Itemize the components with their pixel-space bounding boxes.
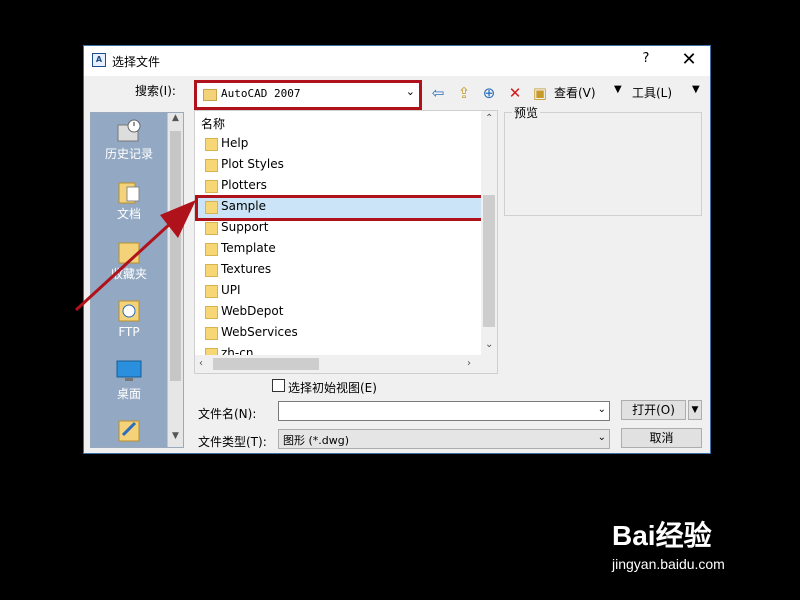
place-label: 桌面: [116, 387, 141, 401]
places-list: 历史记录 文档 收藏夹 FTP 桌面: [91, 113, 167, 447]
place-label: 收藏夹: [110, 267, 147, 281]
cancel-button[interactable]: 取消: [621, 428, 702, 448]
folder-icon: [205, 264, 218, 277]
close-button[interactable]: ✕: [678, 49, 700, 71]
list-item[interactable]: Support: [205, 219, 481, 239]
lookin-dropdown[interactable]: AutoCAD 2007 ⌄: [194, 80, 422, 110]
ftp-icon: [118, 300, 140, 322]
places-scrollbar[interactable]: ▲ ▼: [168, 113, 183, 447]
place-label: 历史记录: [104, 147, 153, 161]
folder-icon: [205, 306, 218, 319]
place-buzzsaw[interactable]: [91, 415, 167, 443]
watermark-url: jingyan.baidu.com: [612, 556, 725, 572]
place-favorites[interactable]: 收藏夹: [91, 237, 167, 282]
history-icon: [117, 119, 141, 142]
autocad-app-icon: A: [92, 53, 106, 67]
folder-icon: [205, 222, 218, 235]
list-item[interactable]: Help: [205, 135, 481, 155]
list-item[interactable]: Plotters: [205, 177, 481, 197]
new-folder-icon[interactable]: ▣: [530, 83, 550, 103]
chevron-down-icon[interactable]: ⌄: [598, 432, 606, 443]
open-dropdown-icon[interactable]: ▼: [688, 400, 702, 420]
place-desktop[interactable]: 桌面: [91, 357, 167, 402]
folder-icon: [205, 285, 218, 298]
place-documents[interactable]: 文档: [91, 177, 167, 222]
folder-icon: [205, 180, 218, 193]
back-arrow-icon[interactable]: ⇦: [428, 83, 448, 103]
scroll-thumb[interactable]: [483, 195, 495, 327]
places-bar: 历史记录 文档 收藏夹 FTP 桌面 ▲ ▼: [90, 112, 184, 448]
scroll-down-icon[interactable]: ⌄: [485, 339, 493, 350]
tools-dropdown-icon[interactable]: ▼: [692, 84, 700, 95]
scroll-right-icon[interactable]: ›: [467, 358, 471, 369]
filetype-select[interactable]: 图形 (*.dwg) ⌄: [278, 429, 610, 449]
tools-menu[interactable]: 工具(L): [632, 84, 672, 101]
place-ftp[interactable]: FTP: [91, 297, 167, 339]
up-folder-icon[interactable]: ⇪: [454, 83, 474, 103]
chevron-down-icon[interactable]: ⌄: [598, 404, 606, 415]
folder-icon: [203, 89, 217, 101]
chevron-down-icon: ⌄: [405, 85, 415, 98]
folder-icon: [205, 159, 218, 172]
initial-view-label: 选择初始视图(E): [288, 381, 377, 395]
buzzsaw-icon: [118, 420, 140, 442]
list-item[interactable]: Plot Styles: [205, 156, 481, 176]
view-menu[interactable]: 查看(V): [554, 84, 596, 101]
lookin-value: AutoCAD 2007: [221, 87, 301, 100]
name-column-header[interactable]: 名称: [201, 115, 225, 132]
folder-icon: [205, 243, 218, 256]
place-history[interactable]: 历史记录: [91, 117, 167, 162]
watermark-logo: Bai经验: [612, 520, 712, 551]
search-web-icon[interactable]: ⊕: [479, 83, 499, 103]
filename-input[interactable]: ⌄: [278, 401, 610, 421]
scroll-thumb[interactable]: [213, 358, 319, 370]
help-button[interactable]: ?: [636, 51, 656, 71]
baidu-jingyan-watermark: Bai经验 jingyan.baidu.com: [612, 514, 762, 572]
scroll-thumb[interactable]: [170, 131, 181, 381]
filename-label: 文件名(N):: [198, 407, 257, 421]
folder-icon: [205, 138, 218, 151]
list-item[interactable]: Textures: [205, 261, 481, 281]
desktop-icon: [116, 360, 142, 381]
list-item[interactable]: UPI: [205, 282, 481, 302]
preview-label: 预览: [512, 104, 541, 121]
folder-icon: [205, 201, 218, 214]
scroll-left-icon[interactable]: ‹: [199, 358, 203, 369]
file-list-hscroll[interactable]: ‹ ›: [195, 355, 481, 373]
scroll-down-icon[interactable]: ▼: [168, 431, 183, 447]
filetype-label: 文件类型(T):: [198, 435, 267, 449]
list-item[interactable]: WebServices: [205, 324, 481, 344]
open-button[interactable]: 打开(O): [621, 400, 686, 420]
place-label: 文档: [116, 207, 141, 221]
file-list-vscroll[interactable]: ⌃ ⌄: [481, 111, 497, 373]
scroll-up-icon[interactable]: ⌃: [485, 113, 493, 124]
lookin-label: 搜索(I):: [135, 84, 176, 98]
documents-icon: [118, 182, 140, 204]
scroll-up-icon[interactable]: ▲: [168, 113, 183, 129]
file-list: 名称 Help Plot Styles Plotters Sample Supp…: [194, 110, 498, 374]
list-item[interactable]: WebDepot: [205, 303, 481, 323]
select-file-dialog: A 选择文件 ? ✕ 搜索(I): AutoCAD 2007 ⌄ ⇦ ⇪ ⊕ ✕…: [83, 45, 711, 454]
view-dropdown-icon[interactable]: ▼: [614, 84, 622, 95]
folder-icon: [205, 327, 218, 340]
list-item[interactable]: Template: [205, 240, 481, 260]
title-bar: A 选择文件 ? ✕: [84, 46, 710, 76]
delete-icon[interactable]: ✕: [505, 83, 525, 103]
preview-pane: [504, 112, 702, 216]
place-label: FTP: [118, 325, 140, 339]
favorites-icon: [118, 242, 140, 264]
window-title: 选择文件: [112, 55, 161, 69]
filetype-value: 图形 (*.dwg): [283, 434, 350, 447]
initial-view-checkbox[interactable]: [272, 379, 285, 392]
list-item-selected[interactable]: Sample: [195, 195, 487, 221]
